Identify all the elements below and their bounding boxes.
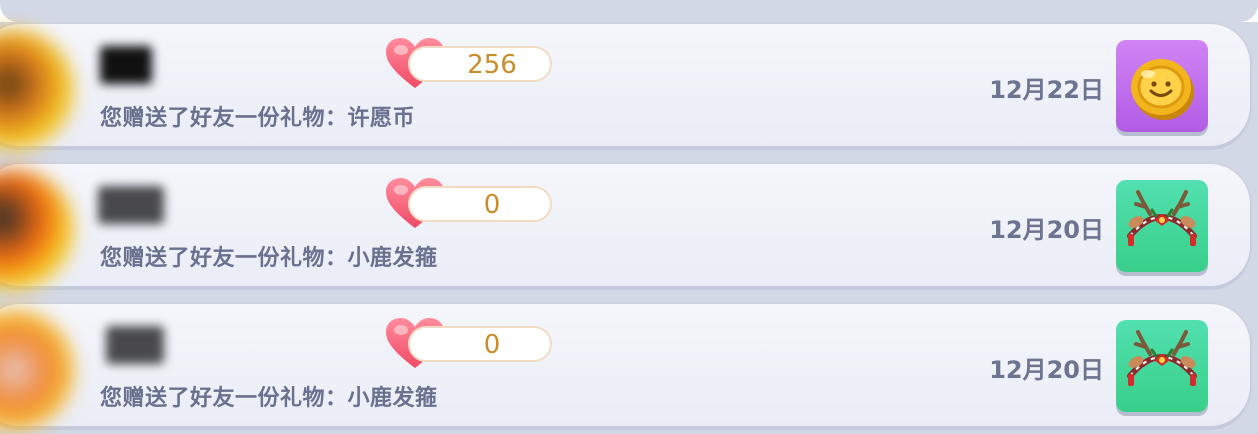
deer-headband-icon [1127,190,1197,246]
gift-record-list: 256 您赠送了好友一份礼物：许愿币 12月22日 0 您赠送了好友一份礼物：小… [0,0,1258,434]
wish-coin-icon [1131,59,1194,120]
avatar[interactable] [0,310,74,430]
gift-record-item[interactable]: 0 您赠送了好友一份礼物：小鹿发箍 12月20日 [0,164,1250,290]
gift-description: 您赠送了好友一份礼物：小鹿发箍 [100,246,438,271]
gift-description: 您赠送了好友一份礼物：小鹿发箍 [100,386,438,411]
gift-description: 您赠送了好友一份礼物：许愿币 [100,106,416,131]
gift-thumbnail[interactable] [1116,180,1208,272]
deer-headband-icon [1127,330,1197,386]
gift-date: 12月20日 [989,216,1104,244]
avatar[interactable] [0,30,74,150]
friend-name-redacted [100,46,152,84]
gift-record-item[interactable]: 0 您赠送了好友一份礼物：小鹿发箍 12月20日 [0,304,1250,430]
like-count: 0 [483,190,501,220]
gift-date: 12月22日 [989,76,1104,104]
friend-name-redacted [106,326,164,364]
gift-date: 12月20日 [989,356,1104,384]
like-count: 0 [483,330,501,360]
avatar[interactable] [0,170,74,290]
gift-thumbnail[interactable] [1116,320,1208,412]
like-count: 256 [467,50,517,80]
gift-record-item[interactable]: 256 您赠送了好友一份礼物：许愿币 12月22日 [0,24,1250,150]
gift-thumbnail[interactable] [1116,40,1208,132]
friend-name-redacted [98,186,164,224]
